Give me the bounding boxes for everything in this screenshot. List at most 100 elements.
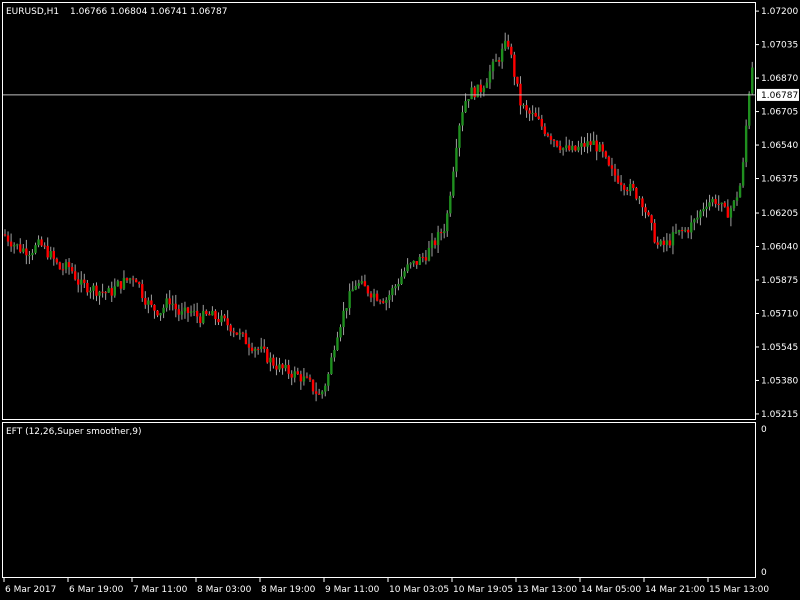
- bear-candle: [635, 187, 638, 199]
- bull-candle: [409, 263, 412, 265]
- bull-candle: [278, 364, 281, 370]
- bear-candle: [510, 46, 513, 55]
- bear-candle: [275, 365, 278, 370]
- bull-candle: [748, 93, 751, 126]
- bull-candle: [284, 364, 287, 369]
- bear-candle: [644, 207, 647, 213]
- bear-candle: [46, 245, 49, 258]
- bull-candle: [98, 291, 101, 296]
- bull-candle: [348, 291, 351, 309]
- bull-candle: [418, 256, 421, 265]
- bear-candle: [382, 301, 385, 303]
- bear-candle: [497, 60, 501, 62]
- bull-candle: [449, 195, 452, 214]
- bull-candle: [388, 295, 391, 300]
- bull-candle: [122, 278, 126, 289]
- bear-candle: [70, 267, 74, 272]
- price-tick-label: 1.05710: [761, 309, 798, 319]
- bull-candle: [107, 288, 110, 293]
- bull-candle: [321, 391, 324, 395]
- bear-candle: [134, 279, 138, 283]
- bear-candle: [421, 256, 425, 258]
- bull-candle: [89, 290, 92, 293]
- price-tick-label: 1.07200: [761, 7, 798, 17]
- time-tick-label: 13 Mar 13:00: [517, 585, 577, 595]
- bull-candle: [354, 285, 357, 290]
- bull-candle: [674, 232, 678, 234]
- bear-candle: [546, 133, 550, 136]
- ohlc-readout: 1.06766 1.06804 1.06741 1.06787: [70, 7, 227, 17]
- bull-candle: [394, 286, 397, 289]
- bull-candle: [461, 112, 464, 126]
- bear-candle: [186, 307, 190, 313]
- bear-candle: [250, 347, 254, 351]
- bear-candle: [363, 281, 367, 287]
- bull-candle: [430, 240, 434, 248]
- bull-candle: [522, 105, 525, 107]
- bear-candle: [528, 110, 531, 114]
- bear-candle: [226, 318, 229, 326]
- bear-candle: [217, 319, 220, 323]
- bull-candle: [665, 240, 669, 245]
- price-tick-label: 1.05875: [761, 276, 798, 286]
- bull-candle: [397, 284, 400, 287]
- trading-chart[interactable]: 1.07200 1.07035 1.06870 1.06705 1.06540 1.063…: [0, 0, 800, 600]
- bull-candle: [202, 310, 205, 323]
- bear-candle: [549, 135, 553, 140]
- bull-candle: [64, 262, 68, 270]
- bull-candle: [351, 289, 354, 292]
- bull-candle: [339, 327, 342, 338]
- bull-candle: [336, 337, 339, 351]
- bull-candle: [531, 112, 534, 114]
- bull-candle: [735, 197, 739, 201]
- bear-candle: [67, 262, 71, 268]
- bull-candle: [586, 141, 589, 147]
- bear-candle: [287, 364, 290, 374]
- bear-candle: [589, 141, 592, 145]
- bear-candle: [208, 314, 211, 316]
- bull-candle: [92, 285, 95, 291]
- time-tick-label: 15 Mar 13:00: [709, 585, 769, 595]
- bull-candle: [34, 245, 37, 253]
- bull-candle: [28, 255, 31, 257]
- bear-candle: [534, 112, 537, 117]
- indicator-label: EFT (12,26,Super smoother,9): [6, 427, 141, 437]
- bear-candle: [513, 54, 516, 77]
- bull-candle: [165, 298, 168, 308]
- bear-candle: [552, 139, 556, 141]
- bear-candle: [144, 298, 147, 305]
- bull-candle: [470, 87, 473, 100]
- bear-candle: [55, 258, 59, 263]
- bear-candle: [314, 391, 318, 394]
- bull-candle: [696, 217, 699, 220]
- bear-candle: [232, 331, 235, 333]
- bull-candle: [412, 261, 415, 264]
- bear-candle: [205, 310, 208, 315]
- bear-candle: [58, 262, 62, 270]
- bear-candle: [266, 348, 269, 363]
- bull-candle: [500, 48, 504, 62]
- bear-candle: [507, 40, 510, 47]
- bear-candle: [77, 279, 80, 285]
- bull-candle: [406, 264, 409, 272]
- bull-candle: [702, 209, 705, 212]
- bull-candle: [659, 240, 662, 245]
- time-tick-label: 8 Mar 03:00: [197, 585, 252, 595]
- bull-candle: [677, 230, 681, 233]
- bull-candle: [577, 146, 580, 151]
- bull-candle: [180, 311, 184, 315]
- bear-candle: [199, 316, 202, 323]
- bear-candle: [299, 374, 303, 382]
- bear-candle: [244, 333, 248, 345]
- bear-candle: [214, 310, 217, 320]
- bear-candle: [366, 286, 370, 294]
- bull-candle: [571, 145, 574, 151]
- bull-candle: [400, 276, 403, 285]
- bear-candle: [141, 284, 144, 299]
- bear-candle: [177, 309, 181, 315]
- bear-candle: [433, 240, 437, 246]
- bull-candle: [488, 71, 492, 83]
- time-tick-label: 9 Mar 11:00: [325, 585, 380, 595]
- bull-candle: [269, 357, 272, 363]
- bear-candle: [317, 393, 321, 395]
